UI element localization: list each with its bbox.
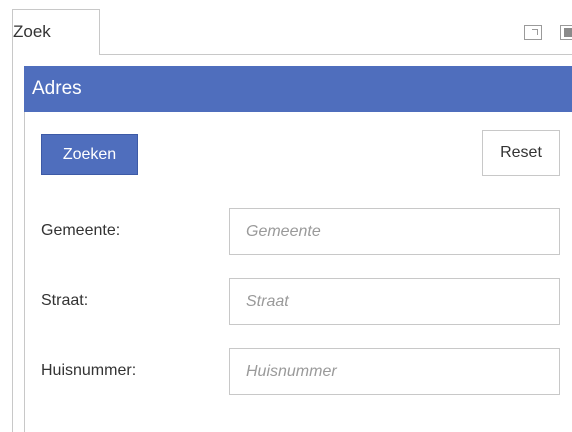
huisnummer-input[interactable] [229,348,560,395]
huisnummer-label: Huisnummer: [41,362,137,379]
tab-strip-divider [100,54,572,55]
section-title: Adres [32,78,82,99]
pin-icon[interactable] [560,25,572,40]
tab-strip: Zoek [0,0,572,56]
straat-label: Straat: [41,292,89,309]
maximize-icon[interactable] [524,25,542,40]
straat-input[interactable] [229,278,560,325]
section-header-adres: Adres [24,66,572,112]
panel-border [12,55,13,432]
gemeente-label: Gemeente: [41,222,121,239]
search-panel: Zoek Adres Zoeken Reset Gemeente: Straat… [0,0,572,432]
search-button[interactable]: Zoeken [41,134,138,175]
reset-button[interactable]: Reset [482,130,560,176]
tab-label: Zoek [13,22,51,41]
gemeente-input[interactable] [229,208,560,255]
tab-zoek[interactable]: Zoek [12,9,100,55]
